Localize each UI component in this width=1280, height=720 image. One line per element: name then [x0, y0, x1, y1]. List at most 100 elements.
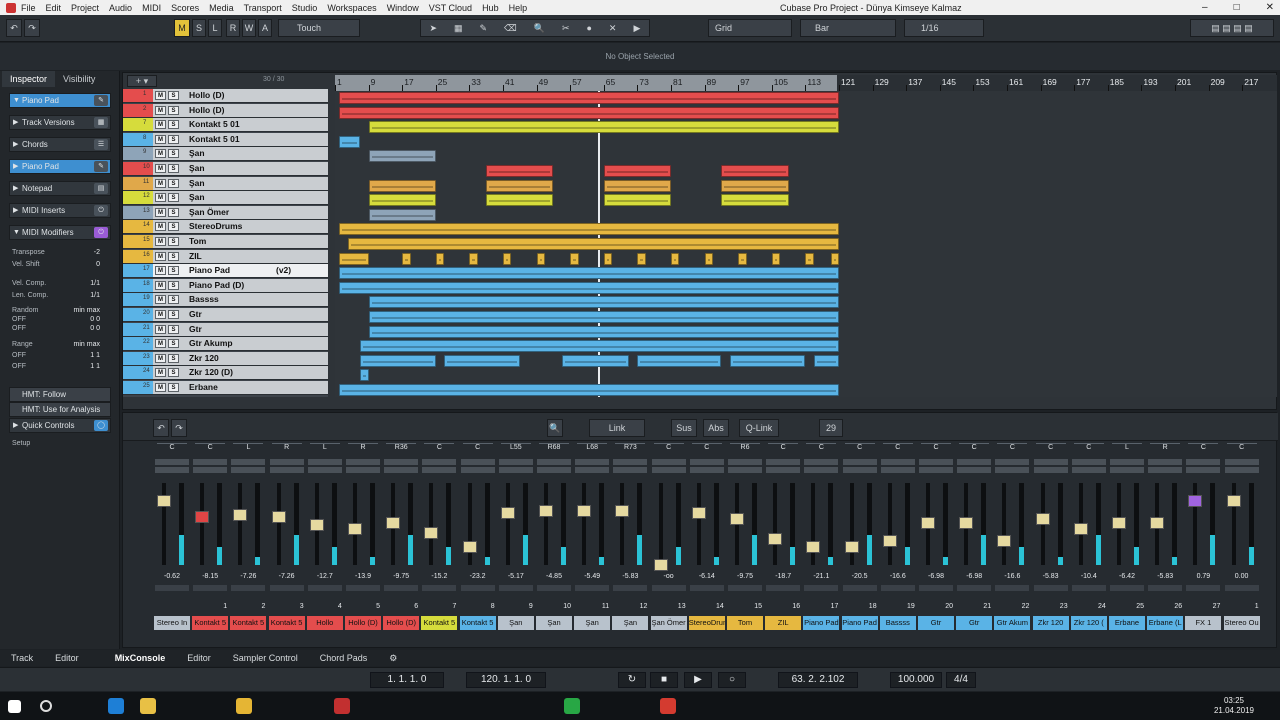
fader-handle[interactable] — [539, 505, 553, 517]
mute-button[interactable]: M — [155, 149, 166, 159]
read-write-row[interactable] — [728, 467, 762, 473]
read-write-row[interactable] — [919, 467, 953, 473]
read-write-row[interactable] — [1148, 467, 1183, 473]
channel-name[interactable]: Gtr — [918, 616, 954, 630]
undo-icon[interactable]: ↶ — [153, 419, 169, 437]
track-color[interactable]: 8 — [123, 132, 153, 146]
channel-name[interactable]: Stereo Ou — [1223, 616, 1260, 630]
tab-editor[interactable]: Editor — [176, 653, 222, 663]
param-value[interactable]: min max — [60, 307, 100, 314]
event-part[interactable] — [347, 238, 839, 250]
solo-button[interactable]: S — [168, 310, 179, 319]
channel-name[interactable]: Hollo — [306, 616, 343, 630]
fader-track[interactable] — [238, 483, 243, 565]
windows-start-icon[interactable] — [8, 700, 21, 713]
track-color[interactable]: 15 — [123, 235, 153, 248]
undo-icon[interactable]: ↶ — [6, 19, 22, 37]
track-color[interactable]: 11 — [123, 176, 153, 190]
channel-name[interactable]: Bassss — [879, 616, 916, 630]
mute-solo-row[interactable] — [689, 459, 724, 465]
fader-handle[interactable] — [1150, 517, 1165, 529]
track-name[interactable]: Şan — [189, 178, 205, 188]
event-part[interactable] — [738, 252, 747, 265]
mute-button[interactable]: M — [155, 222, 166, 232]
volume-readout[interactable]: -21.1 — [802, 573, 840, 580]
automation-button[interactable]: A — [258, 19, 272, 37]
mute-solo-row[interactable] — [1148, 459, 1183, 465]
insert-row[interactable] — [1224, 585, 1259, 591]
track-color[interactable]: 21 — [123, 322, 153, 336]
solo-button[interactable]: S — [168, 339, 179, 349]
channel-name[interactable]: Hollo (D) — [345, 616, 381, 630]
solo-button[interactable]: S — [168, 134, 179, 144]
range-icon[interactable]: ▦ — [454, 23, 463, 34]
read-write-row[interactable] — [231, 467, 266, 473]
volume-readout[interactable]: 0.00 — [1223, 573, 1261, 580]
channel-name[interactable]: StereoDrums — [688, 616, 725, 630]
search-icon[interactable]: 🔍 — [547, 419, 563, 437]
param-value[interactable]: 1 1 — [60, 363, 100, 370]
insert-row[interactable] — [155, 585, 189, 591]
channel-name[interactable]: Şan — [612, 616, 649, 630]
fader-handle[interactable] — [844, 541, 859, 553]
pan-readout[interactable]: C — [806, 443, 837, 454]
event-part[interactable] — [360, 340, 839, 353]
track-color[interactable]: 7 — [123, 118, 153, 132]
solo-button[interactable]: S — [168, 105, 179, 115]
gear-icon[interactable]: ⚙ — [378, 653, 408, 664]
insert-row[interactable] — [575, 585, 610, 591]
insert-row[interactable] — [231, 585, 266, 591]
mute-button[interactable]: M — [155, 178, 166, 188]
mute-solo-row[interactable] — [155, 459, 189, 465]
fader-handle[interactable] — [1188, 495, 1203, 507]
insert-row[interactable] — [1033, 585, 1068, 591]
insert-row[interactable] — [651, 585, 686, 591]
read-write-row[interactable] — [269, 467, 304, 473]
mute-solo-row[interactable] — [880, 459, 915, 465]
mute-solo-row[interactable] — [995, 459, 1030, 465]
param-value[interactable]: -2 — [60, 249, 100, 256]
cycle-icon[interactable]: ↻ — [618, 672, 646, 688]
channel-name[interactable]: Şan — [497, 616, 534, 630]
volume-readout[interactable]: -16.6 — [879, 573, 917, 580]
q-link-button[interactable]: Q-Link — [739, 419, 779, 437]
read-write-row[interactable] — [1224, 467, 1259, 473]
event-part[interactable] — [503, 252, 512, 265]
track-color[interactable]: 10 — [123, 162, 153, 175]
track-name[interactable]: Kontakt 5 01 — [189, 134, 240, 144]
event-part[interactable] — [729, 354, 806, 367]
channel-name[interactable]: FX 1 — [1185, 616, 1222, 630]
read-button[interactable]: R — [226, 19, 240, 37]
volume-readout[interactable]: -4.85 — [535, 573, 573, 580]
pan-readout[interactable]: C — [195, 443, 226, 454]
track-color[interactable]: 25 — [123, 381, 153, 394]
fader-handle[interactable] — [309, 519, 324, 531]
event-part[interactable] — [339, 281, 839, 294]
mute-solo-row[interactable] — [613, 459, 648, 465]
close-icon[interactable]: ✕ — [1266, 2, 1274, 13]
menu-item[interactable]: File — [16, 3, 41, 13]
volume-readout[interactable]: -10.4 — [1070, 573, 1108, 580]
event-part[interactable] — [339, 223, 839, 236]
tab-mixconsole[interactable]: MixConsole — [104, 653, 177, 663]
insert-row[interactable] — [766, 585, 801, 591]
pan-readout[interactable]: C — [882, 443, 913, 454]
bypass-icon[interactable]: ⏻ — [94, 227, 108, 238]
event-part[interactable] — [805, 252, 814, 265]
ruler[interactable]: 1 9 17 25 33 41 49 57 65 73 81 89 97 105 113 121 129 137 1… — [335, 75, 1277, 91]
event-part[interactable] — [486, 165, 554, 177]
event-part[interactable] — [368, 150, 436, 163]
volume-readout[interactable]: -13.9 — [344, 573, 382, 580]
menu-item[interactable]: Project — [66, 3, 104, 13]
solo-button[interactable]: S — [168, 207, 179, 217]
mute-solo-row[interactable] — [269, 459, 304, 465]
pan-readout[interactable]: C — [157, 443, 187, 454]
mute-solo-row[interactable] — [1186, 459, 1221, 465]
event-part[interactable] — [339, 267, 839, 280]
insert-row[interactable] — [613, 585, 648, 591]
track-color[interactable]: 9 — [123, 147, 153, 161]
volume-readout[interactable]: -6.98 — [917, 573, 955, 580]
track-name[interactable]: Gtr — [189, 309, 202, 319]
event-part[interactable] — [402, 252, 411, 265]
param-value[interactable]: 1 1 — [60, 352, 100, 359]
